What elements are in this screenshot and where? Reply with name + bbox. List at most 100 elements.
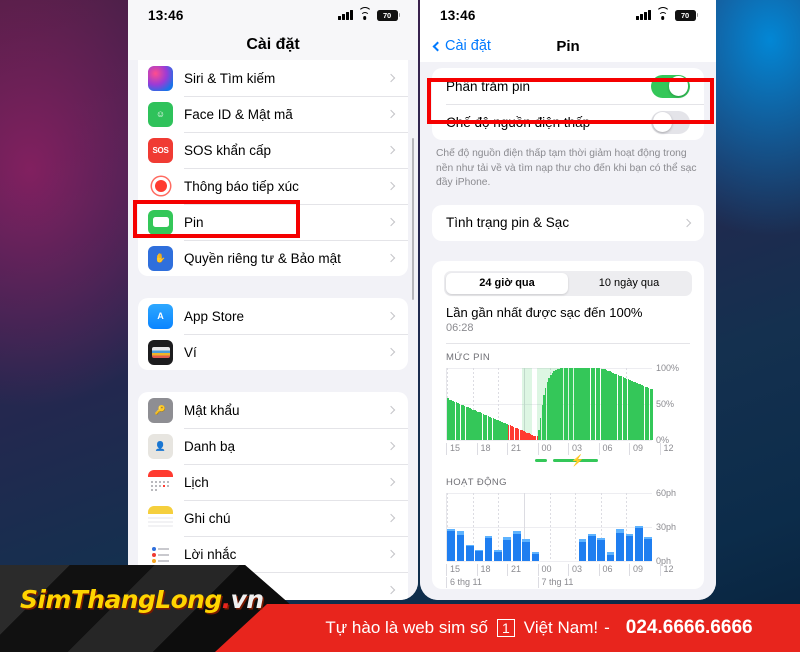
reminders-glyph (148, 541, 173, 567)
gridline (447, 560, 652, 562)
chart-bar (465, 544, 474, 561)
settings-list[interactable]: Siri & Tìm kiếm ☺ Face ID & Mật mã SOS S… (128, 60, 418, 600)
site-logo[interactable]: SimThangLong.vn (20, 585, 265, 614)
sidebar-item-label: SOS khẩn cấp (184, 142, 272, 158)
wallet-icon (148, 339, 173, 365)
chart-bar-cap (644, 537, 652, 540)
sidebar-item-app-store[interactable]: A App Store (138, 298, 408, 334)
chevron-right-icon (386, 405, 396, 415)
sidebar-item-calendar[interactable]: Lịch (138, 464, 408, 500)
battery-health-row[interactable]: Tình trạng pin & Sạc (432, 205, 704, 241)
tab-last-10-days[interactable]: 10 ngày qua (568, 273, 690, 294)
highlight-box-pin-row (133, 200, 300, 238)
activity-chart-title: HOẠT ĐỘNG (446, 476, 507, 488)
last-charge-time: 06:28 (446, 321, 474, 334)
sidebar-item-label: Siri & Tìm kiếm (184, 70, 276, 86)
sidebar-item-passwords[interactable]: 🔑 Mật khẩu (138, 392, 408, 428)
banner-text-before: Tự hào là web sim số (325, 618, 488, 637)
sidebar-item-label: Mật khẩu (184, 402, 240, 418)
sidebar-item-label: Lịch (184, 474, 209, 490)
chart-bar (475, 549, 483, 561)
notes-icon (148, 505, 173, 531)
promo-banner: SimThangLong.vn Tự hào là web sim số 1 V… (0, 565, 800, 652)
sidebar-item-faceid[interactable]: ☺ Face ID & Mật mã (138, 96, 408, 132)
chart-bar (512, 531, 521, 561)
battery-health-card: Tình trạng pin & Sạc (432, 204, 704, 241)
x-tick-label: 18 (476, 442, 491, 455)
back-button[interactable]: Cài đặt (432, 38, 491, 54)
charging-period-strip: ⚡ (446, 455, 690, 467)
sidebar-item-label: Quyền riêng tư & Bảo mật (184, 250, 341, 266)
chart-bar-cap (447, 529, 455, 532)
chart-bar (616, 529, 624, 561)
low-power-mode-footnote: Chế độ nguồn điện thấp tạm thời giảm hoạ… (436, 148, 697, 189)
battery-level-plot[interactable] (446, 367, 653, 441)
exposure-notification-icon (148, 173, 173, 199)
chart-bar-cap (512, 531, 521, 534)
x-tick-label: 21 (507, 442, 521, 455)
sidebar-item-contacts[interactable]: 👤 Danh bạ (138, 428, 408, 464)
chevron-right-icon (386, 73, 396, 83)
activity-plot[interactable] (446, 492, 652, 562)
x-tick-label: 15 (446, 442, 460, 455)
chart-bar-cap (475, 549, 483, 551)
highlight-box-battery-percentage (427, 78, 714, 124)
sidebar-item-exposure-notification[interactable]: Thông báo tiếp xúc (138, 168, 408, 204)
battery-cap (696, 13, 698, 17)
chart-bar (494, 549, 502, 561)
chart-bar-cap (616, 529, 624, 533)
chevron-right-icon (386, 477, 396, 487)
chart-bar-cap (625, 533, 634, 536)
chart-bar (644, 537, 652, 561)
chart-bar (484, 535, 493, 561)
chevron-right-icon (386, 549, 396, 559)
sidebar-item-privacy[interactable]: ✋ Quyền riêng tư & Bảo mật (138, 240, 408, 276)
chart-bar-cap (606, 551, 615, 556)
battery-level-plot-wrap: 100% 50% 0% (446, 363, 690, 445)
chart-bar-cap (494, 549, 502, 552)
battery-cap (398, 13, 400, 17)
banner-tagline: Tự hào là web sim số 1 Việt Nam! - 024.6… (278, 604, 800, 652)
sidebar-item-label: Ví (184, 344, 197, 360)
chart-bar-cap (634, 525, 643, 528)
cellular-signal-icon (338, 10, 353, 20)
y-tick-label: 50% (656, 398, 675, 409)
settings-scrollbar[interactable] (411, 138, 414, 300)
settings-group-2: A App Store Ví (138, 298, 408, 370)
tab-last-24-hours[interactable]: 24 giờ qua (446, 272, 568, 294)
sidebar-item-wallet[interactable]: Ví (138, 334, 408, 370)
sidebar-item-siri[interactable]: Siri & Tìm kiếm (138, 60, 408, 96)
sidebar-item-sos[interactable]: SOS SOS khẩn cấp (138, 132, 408, 168)
chart-bar (606, 551, 615, 561)
time-range-segmented-control[interactable]: 24 giờ qua 10 ngày qua (444, 270, 692, 296)
logo-tld-text: vn (230, 585, 265, 614)
sidebar-item-notes[interactable]: Ghi chú (138, 500, 408, 536)
activity-bars (447, 493, 652, 561)
battery-level-bars (447, 367, 653, 440)
chevron-right-icon (386, 253, 396, 263)
battery-status-icon: 70 (674, 9, 698, 21)
chart-bar-cap (578, 539, 587, 542)
notes-glyph (148, 505, 173, 531)
chart-bar-cap (503, 537, 512, 541)
chevron-right-icon (386, 109, 396, 119)
chart-bar-cap (456, 531, 465, 535)
banner-text-after: Việt Nam! (523, 618, 599, 637)
banner-dash: - (604, 618, 610, 637)
battery-percent-text: 70 (674, 9, 696, 21)
wifi-icon (357, 6, 372, 21)
calendar-glyph (148, 469, 173, 495)
activity-plot-wrap: 60ph 30ph 0ph (446, 488, 690, 566)
passwords-key-icon: 🔑 (148, 397, 173, 423)
battery-level-chart: MỨC PIN 100% 50% 0% 15 18 21 00 03 06 09 12 ⚡ (432, 344, 704, 467)
chevron-right-icon (386, 347, 396, 357)
chevron-right-icon (682, 218, 692, 228)
activity-y-axis: 60ph 30ph 0ph (656, 488, 690, 566)
chart-bar (597, 538, 606, 561)
chart-bar (587, 533, 596, 561)
x-tick-label: 06 (598, 442, 613, 455)
settings-group-1: Siri & Tìm kiếm ☺ Face ID & Mật mã SOS S… (138, 60, 408, 276)
battery-settings-scroll[interactable]: Phần trăm pin Chế độ nguồn điện thấp Chế… (420, 62, 716, 600)
sidebar-item-label: App Store (184, 308, 245, 324)
last-charge-title: Lần gần nhất được sạc đến 100% (446, 304, 643, 320)
